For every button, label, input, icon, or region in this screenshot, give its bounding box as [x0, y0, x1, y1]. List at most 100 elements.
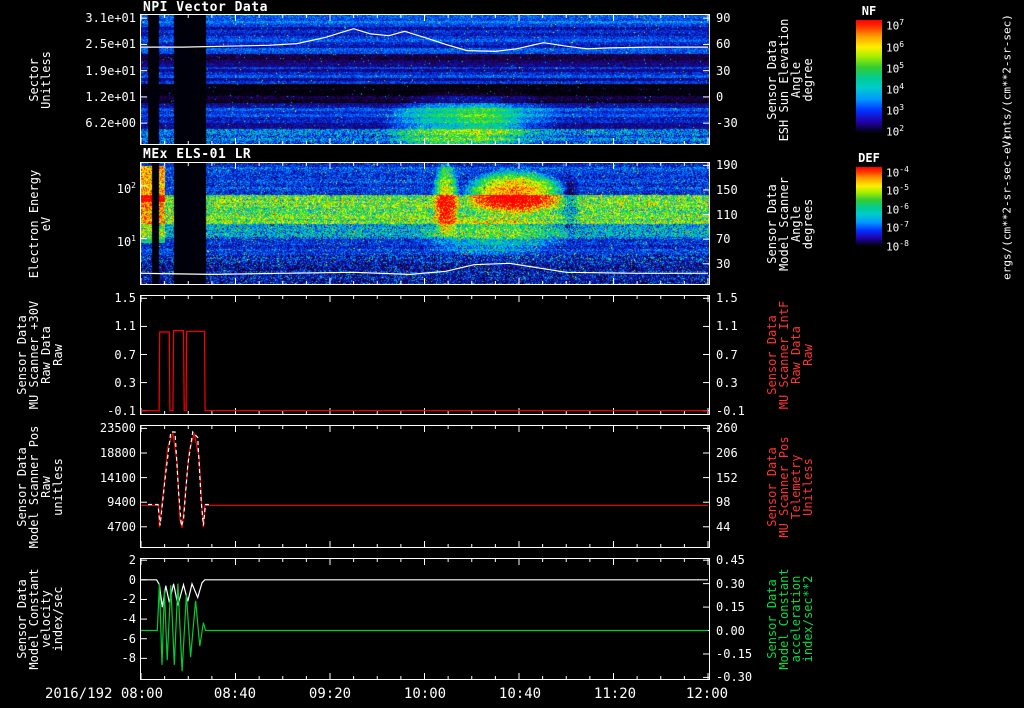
- axis-label: Electron Energy eV: [27, 169, 53, 278]
- colorbar-tick-label: 107: [886, 18, 905, 33]
- axis-label: Sensor Data Model Constant acceleration …: [765, 568, 815, 670]
- y-tick-label: 2: [128, 553, 136, 568]
- y-tick-label: 1.5: [716, 291, 738, 306]
- y-tick-label: -0.1: [716, 403, 745, 418]
- colorbar-tick-label: 105: [886, 60, 905, 76]
- y-tick-label: 1.2e+01: [85, 89, 136, 104]
- y-tick-label: 30: [716, 63, 731, 78]
- y-tick-label: 1.9e+01: [85, 63, 136, 78]
- y-tick-label: -2: [121, 592, 136, 607]
- colorbar-tick-label: 10-8: [886, 238, 909, 254]
- y-tick-label: -0.30: [716, 670, 753, 685]
- x-axis-label: 11:20: [593, 686, 637, 702]
- panel-mu-scanner-30v: [140, 295, 710, 415]
- panel-model-constant: [140, 558, 710, 680]
- y-tick-label: 150: [716, 183, 738, 197]
- y-tick-label: 2.5e+01: [85, 37, 136, 52]
- x-axis-label: 2016/192 08:00: [44, 686, 164, 702]
- y-tick-label: 0.7: [114, 347, 136, 362]
- y-tick-label: 4700: [107, 519, 136, 534]
- y-tick-label: 44: [716, 519, 731, 534]
- axis-label: Sensor Data Model Constant velocity inde…: [15, 568, 65, 670]
- series-sun-elevation-angle: [141, 28, 708, 53]
- panel-npi-vector: [140, 14, 710, 145]
- series-spacecraft-potential: [140, 262, 708, 276]
- npi-vector-overlay-svg: [140, 14, 710, 145]
- y-tick-label: 90: [716, 11, 731, 26]
- colorbar-tick-label: 106: [886, 39, 905, 55]
- y-tick-label: 98: [716, 495, 731, 510]
- axis-label: Sensor Data Model Scanner Angle degrees: [765, 176, 815, 271]
- y-tick-label: 0.30: [716, 576, 745, 591]
- panel-title-els: MEx ELS-01 LR: [143, 147, 252, 162]
- y-tick-label: 23500: [99, 421, 136, 436]
- y-tick-label: 0.7: [716, 347, 738, 362]
- y-tick-label: 0: [128, 572, 136, 587]
- x-axis-label: 10:40: [498, 686, 542, 702]
- model-constant-overlay-svg: [140, 558, 710, 680]
- mex-els-overlay-svg: [140, 162, 710, 285]
- y-tick-label: 70: [716, 232, 731, 247]
- y-tick-label: 18800: [99, 446, 136, 460]
- colorbar-title: DEF: [858, 151, 880, 165]
- y-tick-label: 0.45: [716, 553, 745, 568]
- colorbar-tick-label: 102: [886, 124, 905, 140]
- y-tick-label: 0.15: [716, 600, 745, 615]
- y-tick-label: -8: [121, 651, 136, 666]
- y-tick-label: 0.3: [114, 375, 136, 390]
- axis-label: Sensor Data ESH Sun Elevation Angle degr…: [765, 18, 815, 141]
- colorbar-tick-label: 103: [886, 103, 905, 118]
- series-model-constant-velocity: [141, 579, 708, 608]
- science-plot-page: NPI Vector Data MEx ELS-01 LR 3.1e+01 2.5…: [0, 0, 1024, 708]
- y-tick-label: -30: [716, 116, 738, 131]
- colorbar-tick-label: 10-5: [886, 183, 909, 198]
- y-tick-label: 110: [716, 207, 738, 222]
- colorbar-tick-label: 10-6: [886, 201, 909, 217]
- colorbar-NF: [856, 20, 882, 133]
- axis-label: ergs/(cm**2-sr-sec-eV): [1000, 133, 1014, 280]
- axis-label: Sensor Data MU Scanner +30V Raw Data Raw: [15, 300, 65, 410]
- y-tick-label: 6.2e+00: [85, 116, 136, 131]
- y-tick-label: 60: [716, 37, 731, 52]
- scanner-pos-overlay-svg: [140, 425, 710, 548]
- y-tick-label: 260: [716, 421, 738, 436]
- panel-title-npi: NPI Vector Data: [143, 0, 268, 15]
- y-tick-label: -4: [121, 612, 136, 627]
- y-tick-label: -6: [121, 631, 136, 646]
- y-tick-label: 0.3: [716, 375, 738, 390]
- y-tick-label: -0.1: [107, 403, 136, 418]
- y-tick-label: 14100: [99, 470, 136, 485]
- y-tick-label: 30: [716, 256, 731, 271]
- y-tick-label: 1.1: [716, 319, 738, 334]
- y-tick-label: 102: [116, 180, 136, 196]
- y-tick-label: 206: [716, 446, 738, 460]
- x-axis-label: 10:00: [403, 686, 447, 702]
- axis-label: cnts/(cm**2-sr-sec): [1000, 13, 1014, 140]
- series-model-constant-acceleration: [141, 583, 708, 672]
- y-tick-label: 3.1e+01: [85, 11, 136, 26]
- x-axis-label: 12:00: [685, 686, 729, 702]
- y-tick-label: 9400: [107, 495, 136, 510]
- colorbar-title: NF: [861, 4, 877, 18]
- y-tick-label: 0: [716, 89, 724, 104]
- y-tick-label: -0.15: [716, 646, 753, 661]
- y-tick-label: 101: [116, 233, 136, 249]
- y-tick-label: 1.5: [114, 291, 136, 306]
- colorbar-DEF: [856, 167, 882, 246]
- y-tick-label: 0.00: [716, 623, 745, 638]
- panel-mex-els: [140, 162, 710, 285]
- series-model-scanner-pos-raw: [141, 432, 708, 528]
- mu-scanner-30v-overlay-svg: [140, 295, 710, 415]
- series-mu-scanner-30v-raw: [141, 329, 708, 412]
- axis-label: Sensor Data MU Scanner Pos Telemetry Uni…: [765, 435, 815, 538]
- panel-scanner-pos: [140, 425, 710, 548]
- y-tick-label: 152: [716, 470, 738, 485]
- axis-label: Sector Unitless: [27, 50, 53, 109]
- y-tick-label: 190: [716, 158, 738, 173]
- x-axis-label: 08:40: [213, 686, 257, 702]
- axis-label: Sensor Data Model Scanner Pos Raw unitle…: [15, 425, 65, 548]
- colorbar-tick-label: 10-7: [886, 220, 909, 235]
- colorbar-tick-label: 10-4: [886, 164, 909, 180]
- y-tick-label: 1.1: [114, 319, 136, 334]
- x-axis-label: 09:20: [308, 686, 352, 702]
